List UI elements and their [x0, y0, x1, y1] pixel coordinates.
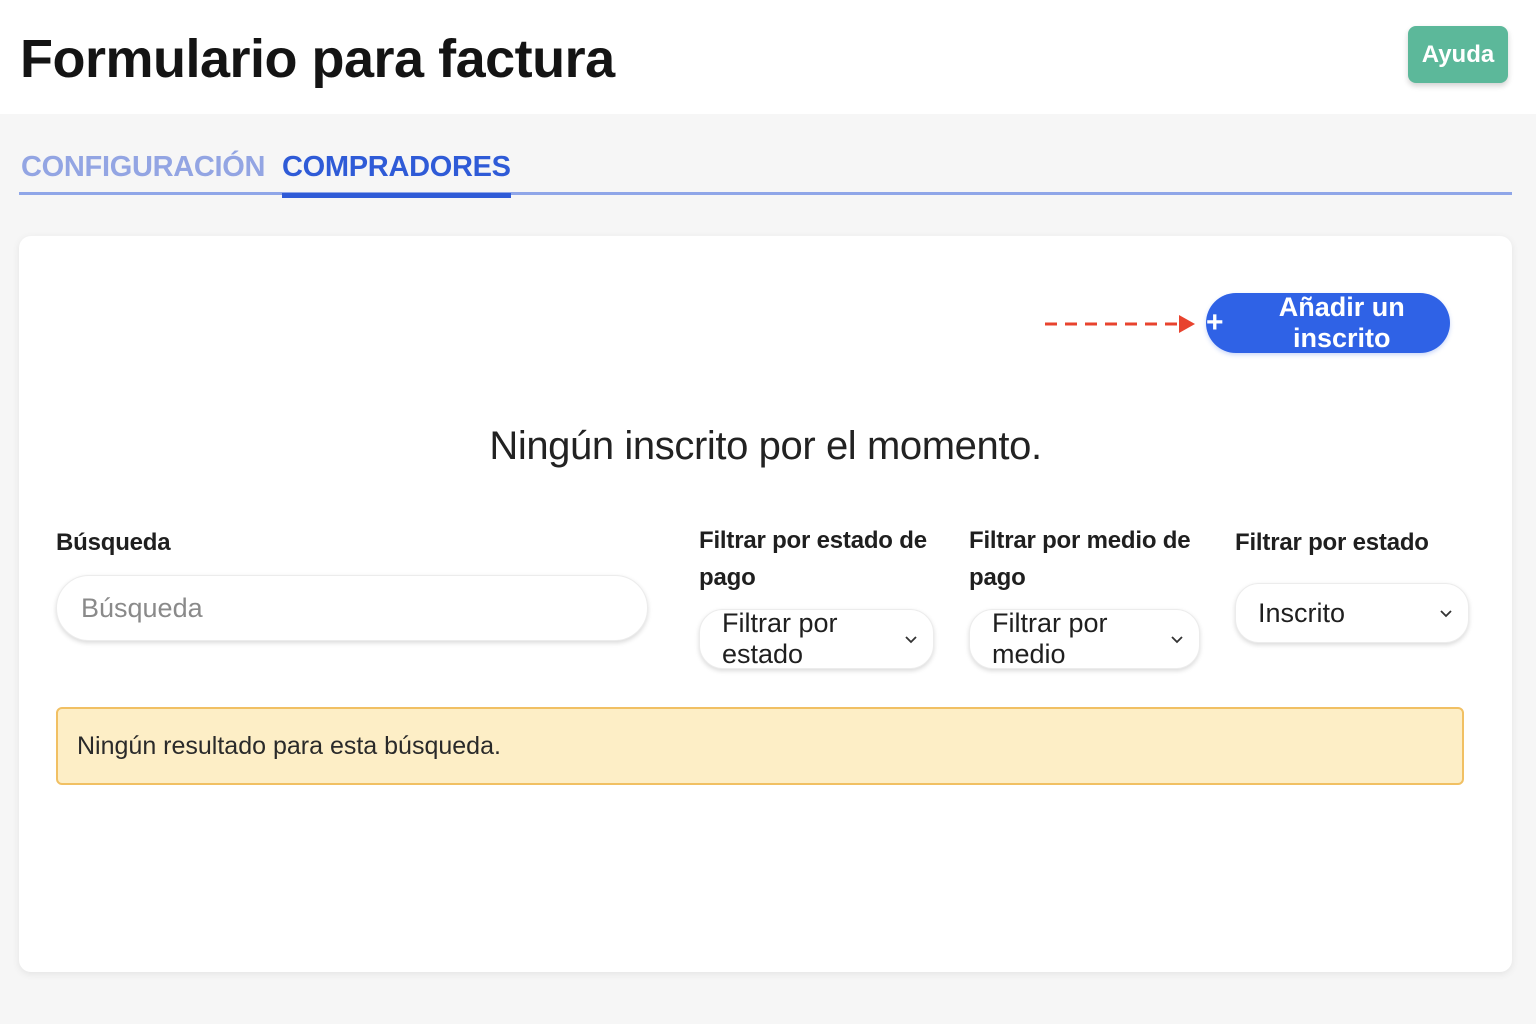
no-results-alert: Ningún resultado para esta búsqueda. [56, 707, 1464, 785]
buyers-panel: + Añadir un inscrito Ningún inscrito por… [19, 236, 1512, 972]
payment-method-filter-label: Filtrar por medio de pago [969, 522, 1191, 596]
payment-method-filter-label-line1: Filtrar por medio de [969, 527, 1191, 554]
payment-method-filter-label-line2: pago [969, 564, 1026, 591]
annotation-arrow-icon [1045, 315, 1195, 333]
search-input[interactable] [56, 575, 648, 641]
status-select[interactable]: Inscrito [1235, 583, 1469, 643]
payment-status-select-value: Filtrar por estado [722, 608, 838, 669]
empty-state-message: Ningún inscrito por el momento. [489, 424, 1042, 468]
payment-method-select[interactable]: Filtrar por medio [969, 608, 1200, 669]
page-title: Formulario para factura [20, 29, 615, 89]
tab-compradores[interactable]: COMPRADORES [282, 148, 511, 198]
chevron-down-icon [1171, 636, 1183, 644]
status-select-value: Inscrito [1258, 597, 1346, 628]
add-registrant-label: Añadir un inscrito [1278, 292, 1405, 353]
payment-method-select-value: Filtrar por medio [992, 608, 1108, 669]
status-filter-label: Filtrar por estado [1235, 529, 1429, 556]
help-button[interactable]: Ayuda [1408, 26, 1508, 83]
no-results-message: Ningún resultado para esta búsqueda. [77, 731, 501, 760]
payment-status-filter-label-line2: pago [699, 564, 756, 591]
add-registrant-button[interactable]: + Añadir un inscrito [1206, 292, 1450, 353]
payment-status-filter-label: Filtrar por estado de pago [699, 522, 927, 596]
plus-icon: + [1206, 306, 1224, 339]
chevron-down-icon [905, 636, 917, 644]
header-bar: Formulario para factura Ayuda [0, 0, 1536, 114]
chevron-down-icon [1440, 610, 1452, 618]
search-label: Búsqueda [56, 529, 171, 556]
tab-bar: CONFIGURACIÓN COMPRADORES [19, 140, 1512, 198]
payment-status-filter-label-line1: Filtrar por estado de [699, 527, 927, 554]
tab-configuracion[interactable]: CONFIGURACIÓN [21, 148, 266, 195]
payment-status-select[interactable]: Filtrar por estado [699, 608, 934, 669]
